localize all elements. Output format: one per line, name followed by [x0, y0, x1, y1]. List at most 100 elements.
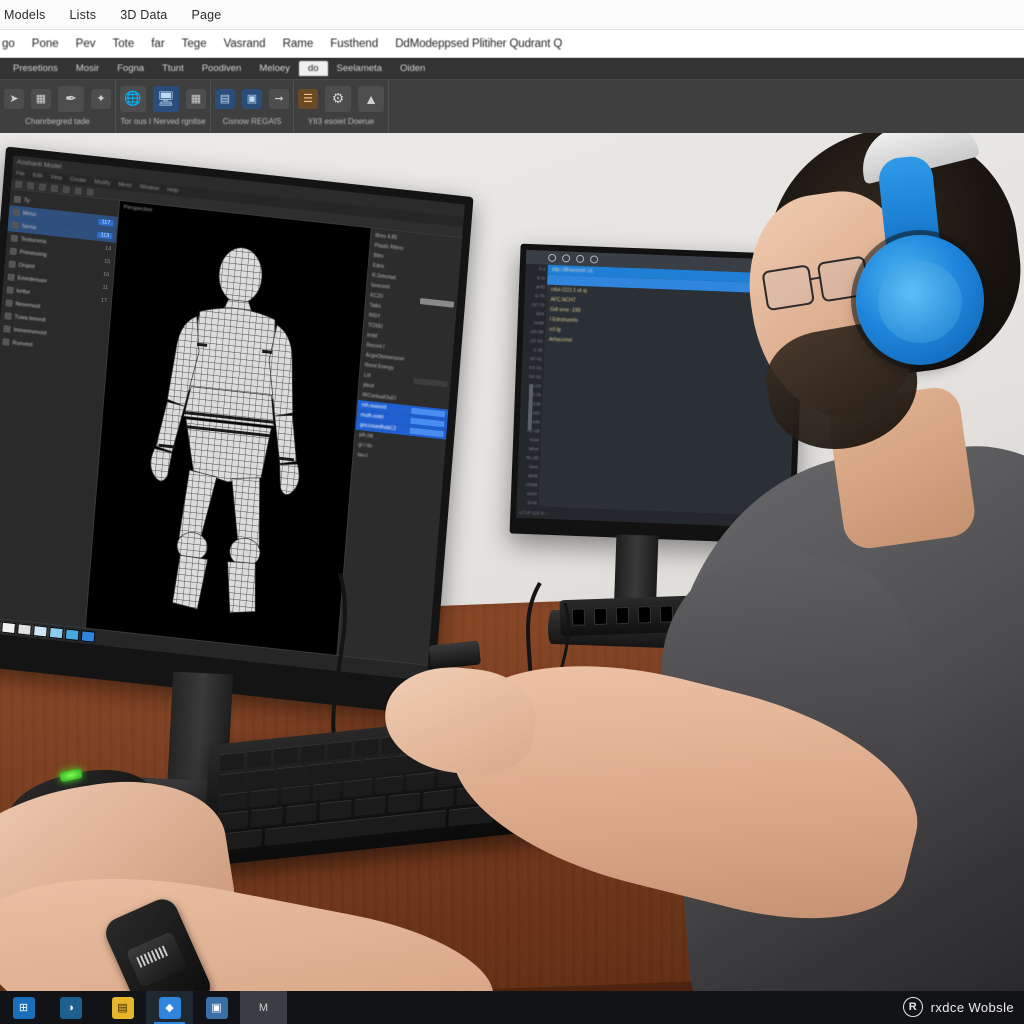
material-swatch[interactable]: [1, 621, 16, 635]
taskbar-item-edge[interactable]: ◑: [47, 991, 94, 1024]
menu-item-go[interactable]: go: [2, 38, 15, 50]
taskbar-item-start[interactable]: ⊞: [0, 991, 47, 1024]
ribbon-tab-ttunt[interactable]: Ttunt: [153, 61, 193, 76]
row-text: sttp.i.Bhaconsh UL: [551, 266, 594, 275]
ribbon-tab-poodiven[interactable]: Poodiven: [193, 61, 251, 76]
render-icon[interactable]: ▲: [358, 85, 384, 112]
tool-scale-icon[interactable]: [50, 184, 59, 192]
taskbar-item-explorer[interactable]: ▤: [99, 991, 146, 1024]
top-menu-bar: Models Lists 3D Data Page: [0, 0, 1024, 30]
brush-icon[interactable]: ✒: [58, 85, 84, 112]
tool-symmetry-icon[interactable]: [74, 186, 83, 195]
menu-item-tote[interactable]: Tote: [112, 38, 134, 50]
app-menu-window[interactable]: Window: [139, 184, 159, 192]
layer-swatch-icon: [4, 312, 12, 320]
app-menu-mesh[interactable]: Mesh: [118, 182, 132, 189]
monitor-icon[interactable]: 🖥: [153, 85, 179, 112]
menu-item-fusthend[interactable]: Fusthend: [330, 38, 378, 50]
property-label: pih.rtd: [358, 432, 374, 440]
layers-icon[interactable]: ☰: [298, 88, 318, 109]
windows-taskbar: ⊞ ◑ ▤ ◆ ▣ M: [0, 991, 1024, 1024]
panel-icon[interactable]: ▤: [215, 88, 235, 109]
material-swatch[interactable]: [80, 630, 96, 643]
outliner-row-name: Nesemust: [15, 300, 41, 310]
app-menu-create[interactable]: Create: [70, 177, 87, 185]
edge-icon[interactable]: ◑: [59, 996, 82, 1019]
taskbar-item-mail[interactable]: M: [240, 991, 287, 1024]
menu-item-far[interactable]: far: [151, 38, 164, 50]
tool-select-icon[interactable]: [14, 180, 23, 188]
top-menu-item-3d-data[interactable]: 3D Data: [120, 8, 167, 22]
ribbon-tab-meloey[interactable]: Meloey: [250, 61, 299, 76]
image-icon[interactable]: ▣: [242, 88, 262, 109]
application-window: Models Lists 3D Data Page go Pone Pev To…: [0, 0, 1024, 1024]
app-menu-modify[interactable]: Modify: [94, 179, 111, 187]
main-menu-bar: go Pone Pev Tote far Tege Vasrand Rame F…: [0, 31, 1024, 58]
material-swatch[interactable]: [32, 625, 48, 638]
tool-render-icon[interactable]: [86, 187, 95, 196]
start-icon[interactable]: ⊞: [12, 996, 35, 1019]
smartwatch-face: [125, 931, 188, 988]
row-text: cdui-1111:1 ut aj: [550, 286, 587, 295]
menu-item-pev[interactable]: Pev: [76, 38, 96, 50]
ribbon-empty-area: [389, 80, 1024, 134]
grid-icon[interactable]: ▦: [186, 88, 206, 109]
property-label: Isrecsml: [370, 282, 390, 291]
cursor-icon[interactable]: ➤: [4, 88, 24, 109]
circle-tool-icon[interactable]: [561, 254, 571, 263]
circle-tool-icon[interactable]: [575, 254, 585, 264]
globe-icon[interactable]: 🌐: [120, 85, 146, 112]
outliner-row-name: Tuwa tenonit: [14, 313, 46, 324]
tool-move-icon[interactable]: [26, 181, 35, 190]
top-menu-item-page[interactable]: Page: [191, 8, 221, 22]
ribbon-tab-fogna[interactable]: Fogna: [108, 61, 153, 76]
app-menu-file[interactable]: File: [16, 171, 25, 178]
layer-swatch-icon: [9, 247, 18, 256]
row-text: I Edrshuonts: [549, 316, 578, 324]
ribbon-group-2: 🌐 🖥 ▦ Tor ous I Nerved rgnitse: [116, 80, 211, 134]
ribbon-tab-oiden[interactable]: Oiden: [391, 61, 434, 76]
menu-item-vasrand[interactable]: Vasrand: [224, 38, 266, 50]
ribbon-tab-active[interactable]: do: [298, 61, 328, 76]
explorer-icon[interactable]: ▤: [111, 996, 134, 1019]
physics-icon[interactable]: ⚙: [325, 85, 351, 112]
material-swatch[interactable]: [17, 623, 32, 636]
property-label: TOXEI: [367, 322, 384, 331]
app-menu-help[interactable]: Help: [167, 187, 179, 194]
ribbon-tab-seelameta[interactable]: Seelameta: [328, 61, 391, 76]
pen-icon[interactable]: ✦: [91, 88, 111, 109]
taskbar-item-media[interactable]: ▣: [193, 991, 240, 1024]
media-icon[interactable]: ▣: [205, 996, 228, 1019]
material-swatch[interactable]: [64, 628, 80, 641]
top-menu-item-models[interactable]: Models: [4, 8, 46, 22]
row-text: Arhacomd: [548, 336, 572, 344]
tool-rotate-icon[interactable]: [38, 182, 47, 191]
layer-swatch-icon: [13, 195, 22, 204]
ribbon-tab-mosir[interactable]: Mosir: [67, 61, 108, 76]
outliner-row-value: 11: [102, 284, 109, 291]
menu-item-rame[interactable]: Rame: [283, 38, 314, 50]
app-menu-edit[interactable]: Edit: [33, 172, 43, 179]
circle-tool-icon[interactable]: [547, 253, 557, 263]
circle-tool-icon[interactable]: [589, 255, 599, 264]
ribbon-tab-presetions[interactable]: Presetions: [4, 61, 67, 76]
outliner-row-name: Drspot: [18, 261, 36, 270]
taskbar-item-modeling-app[interactable]: ◆: [146, 991, 193, 1024]
ribbon-body: ➤ ▦ ✒ ✦ Chanrbegred tade 🌐 🖥 ▦ Tor ous I…: [0, 79, 1024, 134]
outliner-row-name: Emedenuse: [17, 274, 48, 285]
mail-icon[interactable]: M: [253, 997, 275, 1019]
document-icon[interactable]: ▦: [31, 88, 51, 109]
material-swatch[interactable]: [48, 626, 64, 640]
tool-snap-icon[interactable]: [62, 185, 71, 194]
row-text: Gdl srne -199: [550, 306, 581, 314]
menu-item-pone[interactable]: Pone: [32, 38, 59, 50]
top-menu-item-lists[interactable]: Lists: [70, 8, 97, 22]
outliner-row-value: 117: [98, 218, 114, 226]
app-menu-view[interactable]: View: [50, 174, 62, 181]
menu-item-tege[interactable]: Tege: [182, 38, 207, 50]
menu-item-quadrant[interactable]: DdModeppsed Plitiher Qudrant Q: [395, 38, 562, 50]
outliner-row-name: Mesa: [22, 210, 37, 218]
outliner-row-name: Ty: [23, 197, 30, 204]
arrow-icon[interactable]: ➞: [269, 88, 289, 109]
modeling-app-icon[interactable]: ◆: [158, 996, 181, 1019]
